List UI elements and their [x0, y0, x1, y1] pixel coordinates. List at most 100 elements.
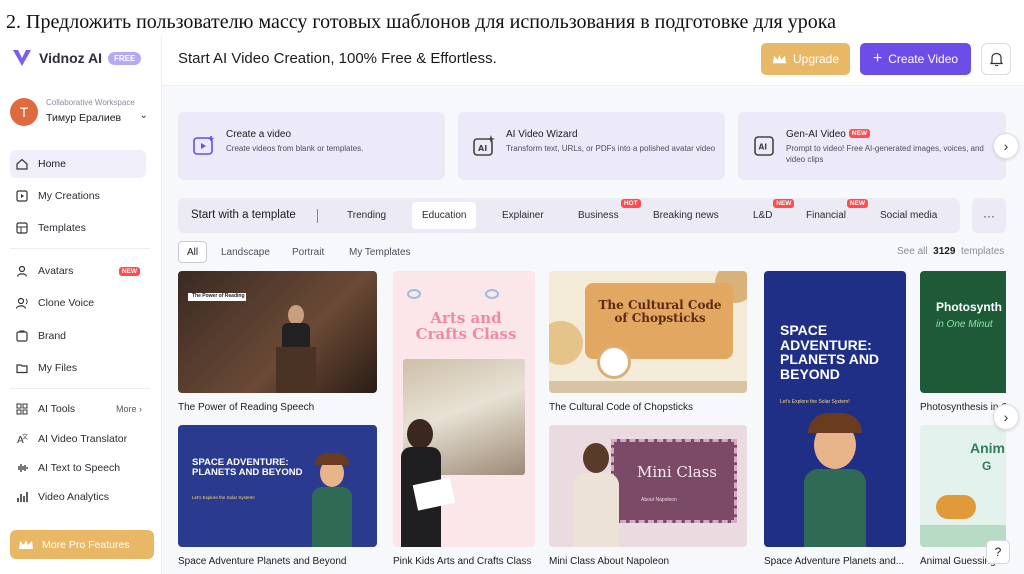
sidebar-item-label: AI Text to Speech	[38, 462, 121, 474]
sidebar: Vidnoz AI FREE T Collaborative Workspace…	[0, 36, 162, 574]
template-title[interactable]: Space Adventure Planets and Beyond	[178, 556, 378, 567]
sidebar-item-label: Templates	[38, 222, 86, 234]
avatar: T	[10, 98, 38, 126]
more-pro-features-label: More Pro Features	[42, 538, 130, 551]
crown-icon	[19, 539, 33, 549]
template-thumbnail[interactable]: The Cultural Code of Chopsticks	[549, 271, 747, 393]
upgrade-button[interactable]: Upgrade	[761, 43, 850, 75]
tab-education[interactable]: Education	[412, 202, 477, 229]
sidebar-item-brand[interactable]: Brand	[10, 322, 146, 350]
thumbnail-subtitle: G	[982, 459, 992, 473]
template-title[interactable]: Space Adventure Planets and...	[764, 556, 909, 567]
slide-caption: 2. Предложить пользователю массу готовых…	[6, 11, 837, 33]
filter-all[interactable]: All	[178, 241, 208, 263]
top-bar: Start AI Video Creation, 100% Free & Eff…	[162, 36, 1024, 86]
template-thumbnail[interactable]: The Power of Reading	[178, 271, 377, 393]
tab-ld[interactable]: L&D NEW	[743, 199, 795, 229]
ai-video-wizard-card[interactable]: AI AI Video Wizard Transform text, URLs,…	[458, 112, 725, 180]
category-bar-label: Start with a template	[191, 209, 296, 221]
filter-portrait[interactable]: Portrait	[284, 241, 332, 263]
new-badge: NEW	[848, 129, 871, 138]
thumbnail-title: SPACE ADVENTURE: PLANETS AND BEYOND	[780, 322, 880, 383]
more-dots-icon: ···	[983, 208, 995, 223]
tab-trending[interactable]: Trending	[337, 202, 396, 229]
next-templates-button[interactable]: ›	[993, 404, 1019, 430]
sidebar-item-templates[interactable]: Templates	[10, 214, 146, 242]
sidebar-item-avatars[interactable]: Avatars NEW	[10, 257, 146, 285]
video-add-icon	[193, 136, 214, 155]
workspace-user: Тимур Ералиев	[46, 112, 122, 124]
brand-logo[interactable]: Vidnoz AI FREE	[11, 46, 142, 70]
gen-ai-icon: AI	[754, 136, 774, 156]
analytics-icon	[14, 489, 30, 505]
sidebar-item-my-files[interactable]: My Files	[10, 354, 146, 382]
thumbnail-title: SPACE ADVENTURE: PLANETS AND BEYOND	[192, 457, 303, 478]
new-badge: NEW	[118, 266, 140, 276]
help-chat-button[interactable]: ?	[986, 540, 1010, 564]
sidebar-item-my-creations[interactable]: My Creations	[10, 182, 146, 210]
sidebar-item-label: Home	[38, 158, 67, 170]
sidebar-item-home[interactable]: Home	[10, 150, 146, 178]
more-tools-link[interactable]: More ›	[116, 404, 142, 414]
crown-icon	[772, 54, 786, 63]
notification-button[interactable]	[981, 43, 1011, 75]
sidebar-item-label: AI Tools	[38, 403, 76, 415]
template-title[interactable]: The Power of Reading Speech	[178, 402, 378, 413]
app-window: Vidnoz AI FREE T Collaborative Workspace…	[0, 36, 1024, 574]
sidebar-item-label: Video Analytics	[38, 491, 110, 503]
tab-explainer[interactable]: Explainer	[492, 202, 554, 229]
template-thumbnail[interactable]: SPACE ADVENTURE: PLANETS AND BEYOND Let'…	[764, 271, 906, 547]
template-title[interactable]: Mini Class About Napoleon	[549, 556, 749, 567]
more-pro-features-button[interactable]: More Pro Features	[10, 530, 154, 559]
thumbnail-subtitle: About Napoleon	[641, 497, 677, 503]
thumbnail-title: The Cultural Code of Chopsticks	[598, 298, 722, 325]
sidebar-item-video-analytics[interactable]: Video Analytics	[10, 483, 146, 511]
thumbnail-subtitle: Let's Explore the Solar System!	[192, 495, 255, 500]
home-icon	[14, 156, 30, 172]
sidebar-item-clone-voice[interactable]: Clone Voice	[10, 289, 146, 317]
next-cards-button[interactable]: ›	[993, 133, 1019, 159]
sidebar-divider	[10, 388, 150, 389]
template-thumbnail[interactable]: Arts and Crafts Class	[393, 271, 535, 547]
template-thumbnail[interactable]: SPACE ADVENTURE: PLANETS AND BEYOND Let'…	[178, 425, 377, 547]
card-title: Gen-AI Video NEW	[786, 129, 871, 140]
tab-social-media[interactable]: Social media	[870, 202, 947, 229]
tools-icon	[14, 401, 30, 417]
tab-breaking-news[interactable]: Breaking news	[643, 202, 729, 229]
thumbnail-title: Anim	[970, 440, 1005, 456]
creations-icon	[14, 188, 30, 204]
thumbnail-title: Mini Class	[637, 463, 717, 481]
workspace-switcher[interactable]: T Collaborative Workspace Тимур Ералиев …	[10, 96, 152, 130]
svg-text:AI: AI	[759, 143, 768, 152]
chevron-right-icon: ›	[1003, 409, 1009, 425]
template-category-bar: Start with a template Trending Education…	[178, 198, 960, 233]
ai-wizard-icon: AI	[473, 135, 495, 156]
thumbnail-title: Photosynth	[936, 300, 1002, 314]
sidebar-divider	[10, 248, 150, 249]
sidebar-item-label: Brand	[38, 330, 67, 342]
template-thumbnail[interactable]: Anim G	[920, 425, 1006, 547]
create-video-card[interactable]: Create a video Create videos from blank …	[178, 112, 445, 180]
filter-my-templates[interactable]: My Templates	[341, 241, 419, 263]
sidebar-item-label: Avatars	[38, 265, 74, 277]
see-all-templates-link[interactable]: See all 3129 templates	[897, 246, 1004, 257]
upgrade-label: Upgrade	[792, 52, 840, 66]
thumbnail-title: Arts and Crafts Class	[415, 309, 517, 343]
avatar-icon	[14, 263, 30, 279]
more-categories-button[interactable]: ···	[972, 198, 1006, 233]
template-title[interactable]: Pink Kids Arts and Crafts Class	[393, 556, 538, 567]
gen-ai-video-card[interactable]: AI Gen-AI Video NEW Prompt to video! Free…	[738, 112, 1006, 180]
card-title: AI Video Wizard	[506, 129, 578, 140]
tab-financial[interactable]: Financial NEW	[796, 199, 869, 229]
template-thumbnail[interactable]: Photosynth in One Minut	[920, 271, 1006, 393]
create-video-button[interactable]: + Create Video	[860, 43, 971, 75]
folder-icon	[14, 360, 30, 376]
sidebar-item-video-translator[interactable]: A文 AI Video Translator	[10, 425, 146, 453]
template-thumbnail[interactable]: Mini Class About Napoleon	[549, 425, 747, 547]
thumbnail-subtitle: in One Minut	[936, 319, 993, 330]
sidebar-item-text-to-speech[interactable]: AI Text to Speech	[10, 454, 146, 482]
tab-business[interactable]: Business HOT	[568, 199, 641, 229]
filter-landscape[interactable]: Landscape	[213, 241, 278, 263]
template-title[interactable]: The Cultural Code of Chopsticks	[549, 402, 749, 413]
sidebar-item-ai-tools[interactable]: AI Tools More ›	[10, 395, 146, 423]
